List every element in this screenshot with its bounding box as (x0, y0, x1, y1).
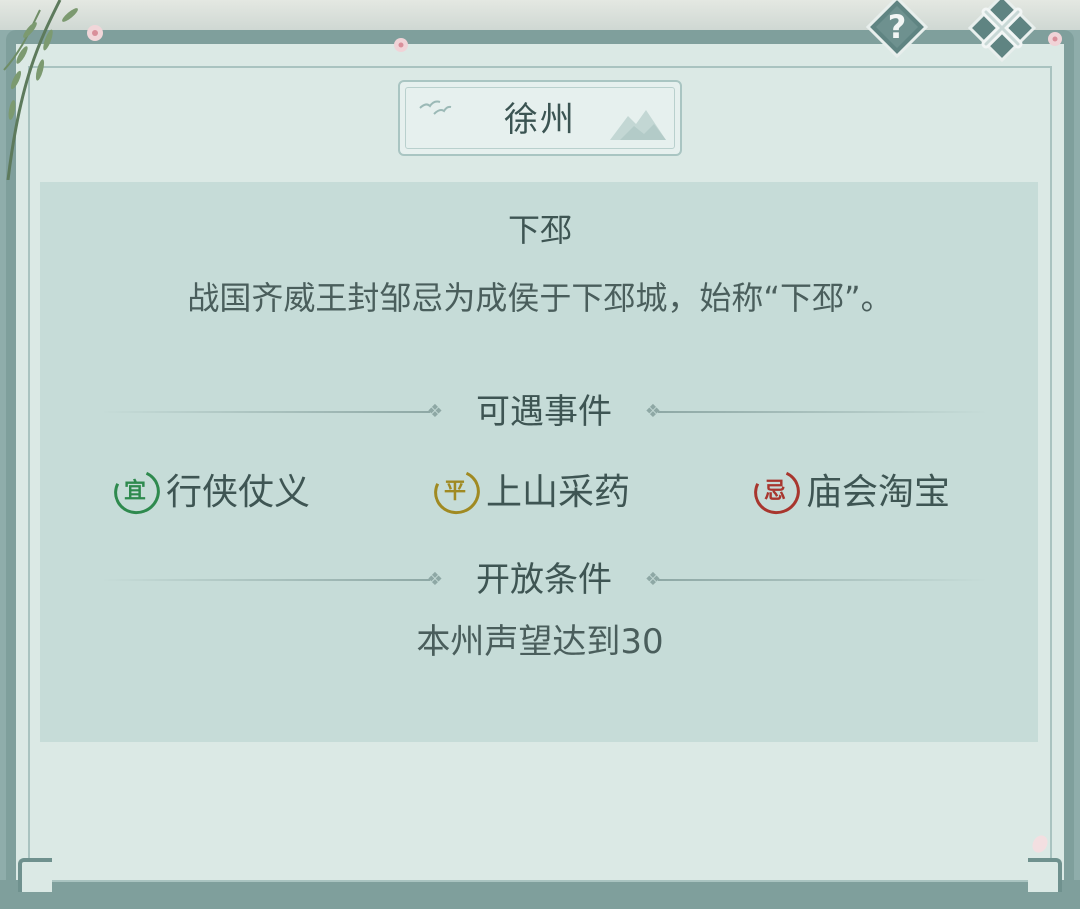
event-badge-inauspicious: 忌 (752, 466, 798, 512)
event-item-shang-shan-cai-yao[interactable]: 平 上山采药 (432, 464, 630, 514)
petal-icon (1032, 835, 1048, 853)
unlock-condition: 本州声望达到30 (416, 622, 664, 662)
close-button[interactable] (966, 0, 1038, 64)
corner-ornament-left (18, 858, 52, 892)
event-badge-auspicious: 宜 (112, 466, 158, 512)
events-divider: ❖ 可遇事件 ❖ (100, 392, 988, 432)
question-icon: ? (866, 0, 928, 58)
blossom-icon (394, 38, 408, 52)
willow-branch-icon (3, 0, 103, 180)
region-title: 徐州 (504, 100, 576, 140)
place-description: 战国齐威王封邹忌为成侯于下邳城，始称“下邳”。 (187, 279, 893, 317)
event-label: 庙会淘宝 (806, 472, 951, 513)
divider-line-right (658, 579, 988, 581)
corner-ornament-right (1028, 858, 1062, 892)
region-title-plaque: 徐州 (398, 80, 682, 156)
close-icon (967, 0, 1037, 63)
event-label: 行侠仗义 (166, 472, 311, 513)
bottom-rail (0, 880, 1080, 909)
unlock-divider: ❖ 开放条件 ❖ (100, 560, 988, 600)
event-item-xing-xia-zhang-yi[interactable]: 宜 行侠仗义 (112, 464, 310, 514)
place-name: 下邳 (507, 211, 572, 249)
event-item-miao-hui-tao-bao[interactable]: 忌 庙会淘宝 (752, 464, 950, 514)
svg-text:?: ? (888, 8, 907, 46)
divider-line-right (658, 411, 988, 413)
bottom-rail-inner (30, 866, 1050, 882)
blossom-icon (1048, 32, 1062, 46)
event-label: 上山采药 (486, 472, 631, 513)
help-button[interactable]: ? (866, 0, 928, 58)
event-badge-neutral: 平 (432, 466, 478, 512)
event-list: 宜 行侠仗义 平 上山采药 忌 庙会淘宝 (0, 464, 1080, 514)
